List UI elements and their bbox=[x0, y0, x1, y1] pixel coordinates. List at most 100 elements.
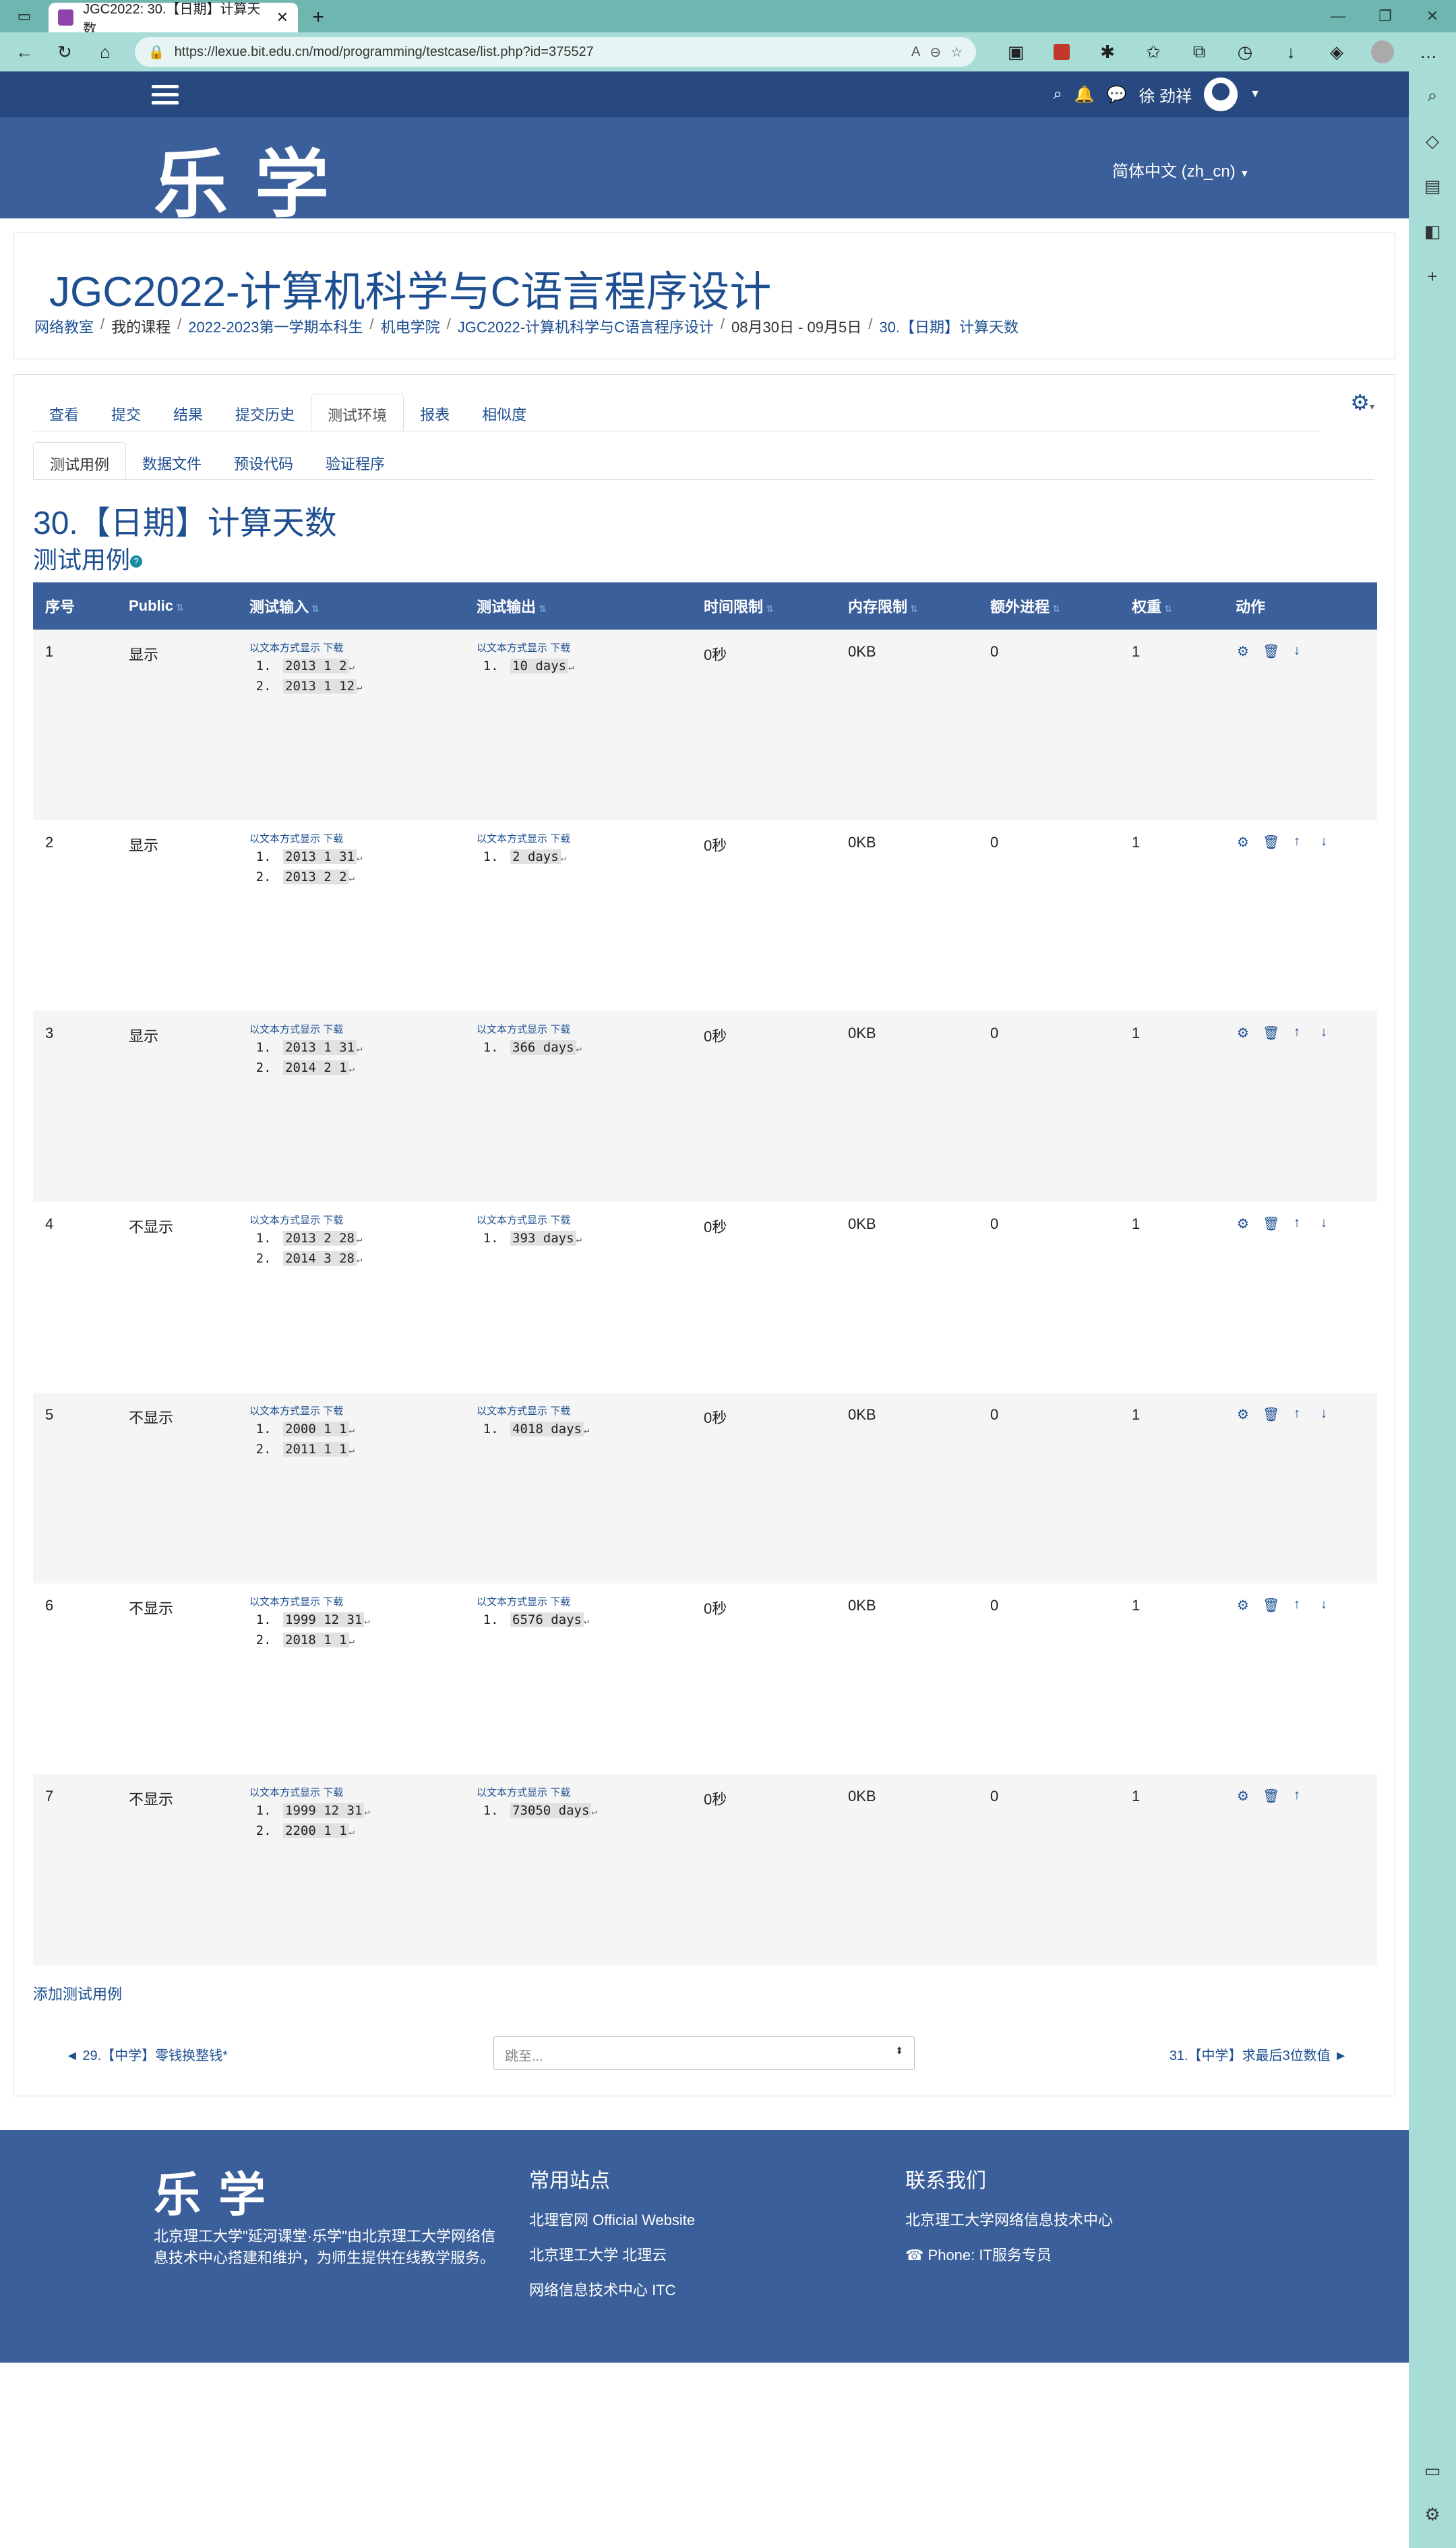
download-link[interactable]: 下载 bbox=[323, 1024, 343, 1035]
breadcrumb-item[interactable]: 网络教室 bbox=[34, 315, 94, 337]
settings-gear-icon[interactable]: ⚙▾ bbox=[1350, 390, 1374, 415]
read-aloud-icon[interactable]: A bbox=[911, 44, 920, 60]
footer-link[interactable]: 北理官网 Official Website bbox=[529, 2208, 695, 2230]
edit-gear-icon[interactable]: ⚙ bbox=[1236, 834, 1250, 851]
footer-link[interactable]: 网络信息技术中心 ITC bbox=[529, 2278, 695, 2300]
history-icon[interactable]: ◷ bbox=[1224, 36, 1266, 68]
move-down-icon[interactable]: ↓ bbox=[1316, 1406, 1331, 1423]
move-up-icon[interactable]: ↑ bbox=[1290, 1597, 1304, 1614]
refresh-icon[interactable]: ↻ bbox=[47, 36, 82, 68]
tools-icon[interactable]: ▤ bbox=[1424, 176, 1441, 197]
download-link[interactable]: 下载 bbox=[550, 833, 570, 845]
show-as-text-link[interactable]: 以文本方式显示 bbox=[477, 833, 547, 845]
edit-gear-icon[interactable]: ⚙ bbox=[1236, 1788, 1250, 1804]
download-link[interactable]: 下载 bbox=[550, 1024, 570, 1035]
tab-result[interactable]: 结果 bbox=[157, 394, 219, 431]
jump-to-select[interactable]: 跳至... ⬍ bbox=[493, 2036, 915, 2070]
delete-icon[interactable]: 🗑 bbox=[1263, 1788, 1279, 1804]
col-header-label[interactable]: 内存限制 bbox=[848, 599, 907, 615]
col-header-memory[interactable]: 内存限制 ⇅ bbox=[836, 582, 978, 630]
delete-icon[interactable]: 🗑 bbox=[1263, 834, 1279, 851]
sort-icon[interactable]: ⇅ bbox=[176, 602, 184, 613]
delete-icon[interactable]: 🗑 bbox=[1263, 643, 1279, 660]
sort-icon[interactable]: ⇅ bbox=[311, 603, 320, 614]
show-as-text-link[interactable]: 以文本方式显示 bbox=[477, 1215, 547, 1226]
tab-view[interactable]: 查看 bbox=[33, 394, 95, 431]
col-header-label[interactable]: 测试输出 bbox=[477, 599, 536, 615]
extension-red-icon[interactable] bbox=[1041, 36, 1083, 68]
site-logo[interactable]: 乐学 bbox=[154, 124, 356, 232]
tab-history[interactable]: 提交历史 bbox=[219, 394, 311, 431]
show-as-text-link[interactable]: 以文本方式显示 bbox=[249, 1596, 320, 1608]
move-down-icon[interactable]: ↓ bbox=[1316, 834, 1331, 851]
show-as-text-link[interactable]: 以文本方式显示 bbox=[249, 1405, 320, 1417]
zoom-icon[interactable]: ⊖ bbox=[930, 44, 941, 61]
sort-icon[interactable]: ⇅ bbox=[766, 603, 774, 614]
edit-gear-icon[interactable]: ⚙ bbox=[1236, 1215, 1250, 1232]
download-link[interactable]: 下载 bbox=[323, 1215, 343, 1226]
edit-gear-icon[interactable]: ⚙ bbox=[1236, 1597, 1250, 1614]
select-arrows-icon[interactable]: ⬍ bbox=[895, 2045, 903, 2061]
language-label[interactable]: 简体中文 (zh_cn) bbox=[1112, 162, 1236, 181]
sort-icon[interactable]: ⇅ bbox=[1164, 603, 1172, 614]
download-link[interactable]: 下载 bbox=[550, 1215, 570, 1226]
extension-icon[interactable]: ▣ bbox=[995, 36, 1037, 68]
help-icon[interactable]: ? bbox=[130, 555, 143, 568]
tab-similarity[interactable]: 相似度 bbox=[466, 394, 543, 431]
download-link[interactable]: 下载 bbox=[550, 642, 570, 654]
show-as-text-link[interactable]: 以文本方式显示 bbox=[249, 1787, 320, 1798]
show-as-text-link[interactable]: 以文本方式显示 bbox=[477, 1596, 547, 1608]
favorites-icon[interactable]: ✩ bbox=[1132, 36, 1174, 68]
next-activity-link[interactable]: 31.【中学】求最后3位数值 ► bbox=[1170, 2044, 1347, 2064]
new-tab-button[interactable]: + bbox=[298, 3, 338, 32]
download-link[interactable]: 下载 bbox=[323, 1405, 343, 1417]
favorite-star-icon[interactable]: ☆ bbox=[950, 44, 963, 61]
menu-icon[interactable] bbox=[152, 84, 179, 104]
sort-icon[interactable]: ⇅ bbox=[910, 603, 918, 614]
edit-gear-icon[interactable]: ⚙ bbox=[1236, 1025, 1250, 1041]
back-icon[interactable]: ← bbox=[7, 36, 42, 68]
col-header-label[interactable]: 时间限制 bbox=[704, 599, 763, 615]
breadcrumb-item[interactable]: 机电学院 bbox=[381, 315, 440, 337]
sort-icon[interactable]: ⇅ bbox=[539, 603, 547, 614]
browser-tab-active[interactable]: JGC2022: 30.【日期】计算天数 ✕ bbox=[49, 2, 298, 36]
show-as-text-link[interactable]: 以文本方式显示 bbox=[249, 1024, 320, 1035]
show-as-text-link[interactable]: 以文本方式显示 bbox=[477, 1405, 547, 1417]
close-window-icon[interactable]: ✕ bbox=[1409, 7, 1456, 25]
lock-icon[interactable]: 🔒 bbox=[148, 44, 165, 61]
tab-submit[interactable]: 提交 bbox=[95, 394, 157, 431]
maximize-icon[interactable]: ❐ bbox=[1362, 7, 1409, 25]
add-sidebar-icon[interactable]: + bbox=[1427, 266, 1437, 287]
move-up-icon[interactable]: ↑ bbox=[1290, 1406, 1304, 1423]
language-menu[interactable]: 简体中文 (zh_cn) ▼ bbox=[1112, 158, 1249, 181]
move-up-icon[interactable]: ↑ bbox=[1290, 1025, 1304, 1041]
breadcrumb-item[interactable]: 08月30日 - 09月5日 bbox=[731, 315, 861, 337]
col-header-label[interactable]: 权重 bbox=[1132, 599, 1161, 615]
download-link[interactable]: 下载 bbox=[323, 1596, 343, 1608]
col-header-output[interactable]: 测试输出 ⇅ bbox=[464, 582, 692, 630]
move-down-icon[interactable]: ↓ bbox=[1316, 1597, 1331, 1614]
user-name[interactable]: 徐 劲祥 bbox=[1139, 83, 1192, 107]
breadcrumb-item[interactable]: JGC2022-计算机科学与C语言程序设计 bbox=[458, 315, 714, 337]
download-link[interactable]: 下载 bbox=[323, 1787, 343, 1798]
delete-icon[interactable]: 🗑 bbox=[1263, 1597, 1279, 1614]
collections-icon[interactable]: ⧉ bbox=[1178, 36, 1220, 68]
tab-preset-code[interactable]: 预设代码 bbox=[218, 442, 309, 479]
delete-icon[interactable]: 🗑 bbox=[1263, 1215, 1279, 1232]
col-header-procs[interactable]: 额外进程 ⇅ bbox=[978, 582, 1120, 630]
col-header-label[interactable]: Public bbox=[129, 597, 173, 614]
show-as-text-link[interactable]: 以文本方式显示 bbox=[249, 833, 320, 845]
download-link[interactable]: 下载 bbox=[550, 1405, 570, 1417]
move-up-icon[interactable]: ↑ bbox=[1290, 834, 1304, 851]
col-header-time[interactable]: 时间限制 ⇅ bbox=[692, 582, 836, 630]
tab-validator[interactable]: 验证程序 bbox=[309, 442, 401, 479]
show-as-text-link[interactable]: 以文本方式显示 bbox=[477, 1024, 547, 1035]
url-text[interactable]: https://lexue.bit.edu.cn/mod/programming… bbox=[175, 44, 902, 60]
col-header-label[interactable]: 测试输入 bbox=[249, 599, 309, 615]
office-icon[interactable]: ◧ bbox=[1424, 221, 1441, 242]
profile-icon[interactable] bbox=[1362, 36, 1403, 68]
download-link[interactable]: 下载 bbox=[550, 1596, 570, 1608]
move-down-icon[interactable]: ↓ bbox=[1316, 1215, 1331, 1232]
tag-icon[interactable]: ◇ bbox=[1426, 131, 1439, 152]
breadcrumb-item[interactable]: 2022-2023第一学期本科生 bbox=[188, 315, 363, 337]
